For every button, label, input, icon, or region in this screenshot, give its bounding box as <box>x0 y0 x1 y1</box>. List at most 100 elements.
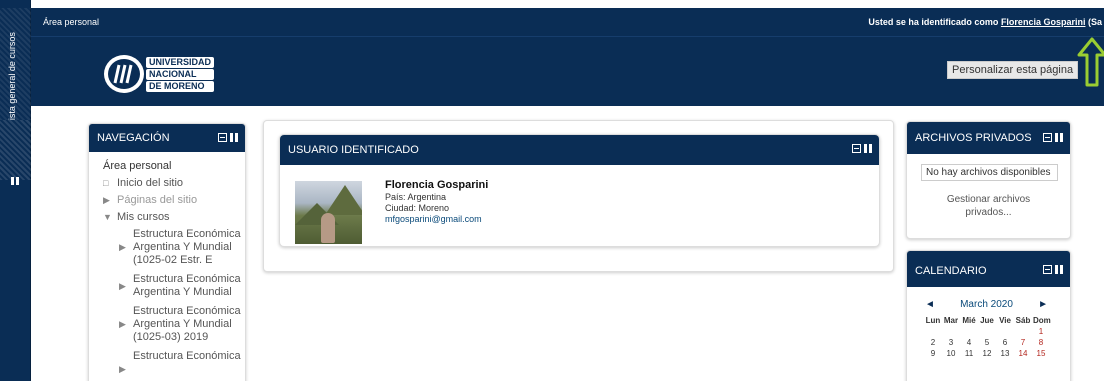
expand-arrow-icon: ▶ <box>119 364 126 374</box>
calendar-day[interactable]: 14 <box>1015 349 1031 358</box>
expand-arrow-icon: ▶ <box>119 242 126 252</box>
calendar-day[interactable]: 12 <box>979 349 995 358</box>
dock-block-icon[interactable] <box>864 144 873 153</box>
calendar-grid: Lun Mar Mié Jue Vie Sáb Dom 1 2 3 4 5 6 7 8 9 10 11 12 13 14… <box>925 316 1070 358</box>
square-bullet-icon: □ <box>103 178 109 188</box>
calendar-empty-cell <box>961 327 977 336</box>
block-controls <box>218 133 239 142</box>
weekday-header: Lun <box>925 316 941 325</box>
collapse-arrow-icon: ▼ <box>103 212 112 222</box>
dock-tab-label[interactable]: Vista general de cursos <box>7 32 17 120</box>
course-item[interactable]: ▶ Estructura Económica <box>119 350 245 376</box>
weekday-header: Mié <box>962 316 976 325</box>
next-month-icon[interactable]: ► <box>1038 299 1048 310</box>
course-overview-dock: Vista general de cursos <box>0 0 31 381</box>
user-block-title: USUARIO IDENTIFICADO <box>288 144 419 156</box>
calendar-day[interactable]: 2 <box>925 338 941 347</box>
course-label: Estructura Económica Argentina Y Mundial… <box>133 228 241 266</box>
user-block-header: USUARIO IDENTIFICADO <box>280 135 879 165</box>
calendar-day[interactable]: 10 <box>943 349 959 358</box>
nav-item-dashboard[interactable]: Área personal <box>103 160 245 172</box>
calendar-navigation: ◄ March 2020 ► <box>907 287 1070 310</box>
weekday-header: Jue <box>980 316 994 325</box>
weekday-header: Sáb <box>1015 316 1031 325</box>
breadcrumb[interactable]: Área personal <box>43 17 99 27</box>
calendar-day[interactable]: 15 <box>1033 349 1049 358</box>
top-navbar: Área personal Usted se ha identificado c… <box>31 8 1104 36</box>
user-name[interactable]: Florencia Gosparini <box>385 180 488 191</box>
calendar-block: CALENDARIO ◄ March 2020 ► Lun Mar Mié Jue Vi… <box>906 250 1071 381</box>
user-email: mfgosparini@gmail.com <box>385 214 482 224</box>
private-files-header: ARCHIVOS PRIVADOS <box>907 122 1070 154</box>
photo-person <box>321 213 335 243</box>
nav-item-site-pages[interactable]: ▶ Páginas del sitio <box>103 194 245 207</box>
logged-in-user-block: USUARIO IDENTIFICADO Florencia Gosparini… <box>279 134 880 247</box>
dock-block-icon[interactable] <box>1055 133 1064 142</box>
calendar-month[interactable]: March 2020 <box>960 299 1013 310</box>
navigation-block-header: NAVEGACIÓN <box>89 124 245 152</box>
calendar-day[interactable]: 8 <box>1033 338 1049 347</box>
user-avatar[interactable] <box>295 181 362 244</box>
navigation-title: NAVEGACIÓN <box>97 132 170 144</box>
calendar-day[interactable]: 3 <box>943 338 959 347</box>
prev-month-icon[interactable]: ◄ <box>925 299 935 310</box>
calendar-empty-cell <box>979 327 995 336</box>
block-controls <box>852 144 873 153</box>
navigation-tree: Área personal □ Inicio del sitio ▶ Págin… <box>89 152 245 376</box>
manage-files-link[interactable]: Gestionar archivos privados... <box>907 193 1070 219</box>
user-city: Ciudad: Moreno <box>385 203 450 213</box>
collapse-block-icon[interactable] <box>218 133 227 142</box>
calendar-empty-cell <box>943 327 959 336</box>
calendar-empty-cell <box>997 327 1013 336</box>
calendar-day[interactable]: 1 <box>1033 327 1049 336</box>
weekday-header: Dom <box>1033 316 1051 325</box>
nav-item-label: Inicio del sitio <box>117 177 184 189</box>
calendar-day[interactable]: 7 <box>1015 338 1031 347</box>
my-courses-list: ▶ Estructura Económica Argentina Y Mundi… <box>103 228 245 376</box>
course-item[interactable]: ▶ Estructura Económica Argentina Y Mundi… <box>119 305 245 344</box>
calendar-day[interactable]: 13 <box>997 349 1013 358</box>
nav-item-site-home[interactable]: □ Inicio del sitio <box>103 177 245 190</box>
page-header: UNIVERSIDAD NACIONAL DE MORENO Personali… <box>31 36 1104 106</box>
collapse-block-icon[interactable] <box>1043 133 1052 142</box>
logo-line-2: NACIONAL <box>146 69 215 80</box>
expand-arrow-icon: ▶ <box>103 195 110 205</box>
dock-toggle-icon[interactable] <box>11 177 19 185</box>
calendar-header: CALENDARIO <box>907 251 1070 287</box>
calendar-empty-cell <box>925 327 941 336</box>
calendar-day[interactable]: 9 <box>925 349 941 358</box>
login-info: Usted se ha identificado como Florencia … <box>868 17 1102 27</box>
calendar-day[interactable]: 5 <box>979 338 995 347</box>
dock-block-icon[interactable] <box>1055 265 1064 274</box>
calendar-day[interactable]: 6 <box>997 338 1013 347</box>
course-item[interactable]: ▶ Estructura Económica Argentina Y Mundi… <box>119 228 245 267</box>
expand-arrow-icon: ▶ <box>119 319 126 329</box>
calendar-day[interactable]: 4 <box>961 338 977 347</box>
nav-item-label: Páginas del sitio <box>117 194 198 206</box>
course-label: Estructura Económica Argentina Y Mundial <box>133 273 241 298</box>
main-region: USUARIO IDENTIFICADO Florencia Gosparini… <box>263 120 894 272</box>
nav-item-label: Mis cursos <box>117 211 170 223</box>
arrow-up-icon <box>1077 37 1104 87</box>
course-label: Estructura Económica <box>133 350 241 362</box>
course-item[interactable]: ▶ Estructura Económica Argentina Y Mundi… <box>119 273 245 299</box>
expand-arrow-icon: ▶ <box>119 281 126 291</box>
private-files-title: ARCHIVOS PRIVADOS <box>915 132 1032 144</box>
dock-block-icon[interactable] <box>230 133 239 142</box>
user-country: País: Argentina <box>385 192 447 202</box>
calendar-title: CALENDARIO <box>915 265 987 277</box>
collapse-block-icon[interactable] <box>1043 265 1052 274</box>
university-logo[interactable]: UNIVERSIDAD NACIONAL DE MORENO <box>103 53 215 95</box>
logo-line-3: DE MORENO <box>146 81 215 92</box>
no-files-message: No hay archivos disponibles <box>921 164 1058 181</box>
logo-line-1: UNIVERSIDAD <box>146 57 215 68</box>
dock-tab[interactable]: Vista general de cursos <box>0 8 31 120</box>
user-profile-link[interactable]: Florencia Gosparini <box>1001 17 1086 27</box>
customize-page-button[interactable]: Personalizar esta página <box>947 61 1079 79</box>
calendar-day[interactable]: 11 <box>961 349 977 358</box>
dock-stripes <box>0 120 31 180</box>
nav-item-my-courses[interactable]: ▼ Mis cursos <box>103 211 245 224</box>
weekday-header: Mar <box>943 316 959 325</box>
collapse-block-icon[interactable] <box>852 144 861 153</box>
logo-text: UNIVERSIDAD NACIONAL DE MORENO <box>146 57 215 93</box>
